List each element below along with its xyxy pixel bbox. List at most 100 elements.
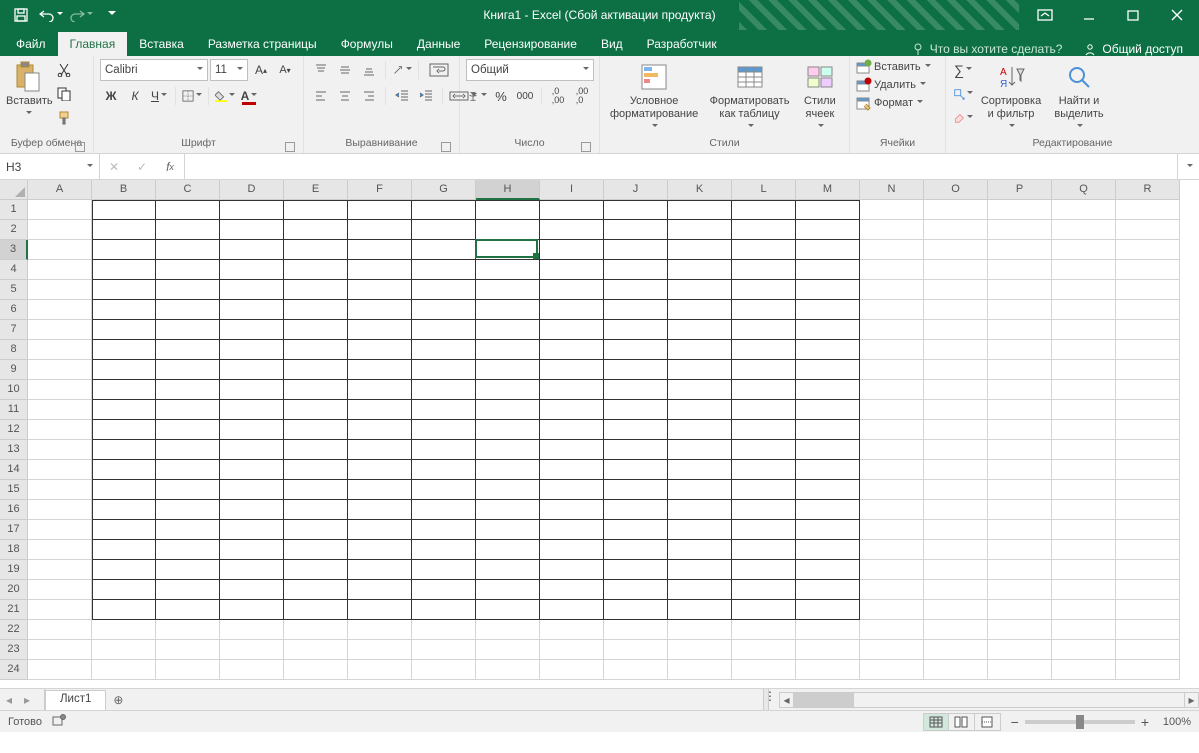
- cell[interactable]: [924, 380, 988, 400]
- cell[interactable]: [668, 580, 732, 600]
- cell[interactable]: [284, 360, 348, 380]
- cell[interactable]: [1116, 240, 1180, 260]
- cell[interactable]: [924, 440, 988, 460]
- cancel-icon[interactable]: ✕: [100, 155, 128, 179]
- zoom-in-icon[interactable]: +: [1141, 714, 1149, 730]
- cell[interactable]: [92, 660, 156, 680]
- cell[interactable]: [604, 600, 668, 620]
- cell[interactable]: [412, 580, 476, 600]
- cell[interactable]: [284, 440, 348, 460]
- cell[interactable]: [796, 280, 860, 300]
- cell[interactable]: [412, 600, 476, 620]
- cell[interactable]: [668, 460, 732, 480]
- cell[interactable]: [284, 500, 348, 520]
- cell[interactable]: [348, 320, 412, 340]
- column-header[interactable]: G: [412, 180, 476, 200]
- decrease-indent-icon[interactable]: [391, 85, 413, 107]
- cell[interactable]: [1116, 500, 1180, 520]
- share-button[interactable]: Общий доступ: [1072, 42, 1195, 56]
- cell[interactable]: [412, 660, 476, 680]
- cell[interactable]: [732, 660, 796, 680]
- cell[interactable]: [28, 540, 92, 560]
- cell-styles-button[interactable]: Стили ячеек: [797, 59, 843, 135]
- tab-главная[interactable]: Главная: [58, 32, 128, 56]
- cell[interactable]: [92, 300, 156, 320]
- cell[interactable]: [540, 560, 604, 580]
- cell[interactable]: [924, 360, 988, 380]
- column-header[interactable]: I: [540, 180, 604, 200]
- cell[interactable]: [348, 380, 412, 400]
- cell[interactable]: [1052, 540, 1116, 560]
- cell[interactable]: [348, 240, 412, 260]
- cell[interactable]: [732, 320, 796, 340]
- cell[interactable]: [412, 460, 476, 480]
- redo-icon[interactable]: [68, 2, 94, 28]
- cell[interactable]: [732, 580, 796, 600]
- cell[interactable]: [604, 440, 668, 460]
- cell[interactable]: [732, 400, 796, 420]
- cell[interactable]: [988, 280, 1052, 300]
- cell[interactable]: [796, 420, 860, 440]
- cell[interactable]: [28, 340, 92, 360]
- cell[interactable]: [348, 440, 412, 460]
- cell[interactable]: [1052, 240, 1116, 260]
- cell[interactable]: [284, 240, 348, 260]
- customize-qat-icon[interactable]: [98, 2, 124, 28]
- tab-формулы[interactable]: Формулы: [329, 32, 405, 56]
- decrease-font-icon[interactable]: A▾: [274, 59, 296, 81]
- cell[interactable]: [284, 520, 348, 540]
- cell[interactable]: [156, 240, 220, 260]
- select-all-corner[interactable]: [0, 180, 28, 200]
- cell[interactable]: [284, 660, 348, 680]
- cell[interactable]: [220, 420, 284, 440]
- cell[interactable]: [796, 600, 860, 620]
- cell[interactable]: [668, 640, 732, 660]
- cell[interactable]: [412, 300, 476, 320]
- column-header[interactable]: D: [220, 180, 284, 200]
- cell[interactable]: [412, 200, 476, 220]
- copy-icon[interactable]: [53, 83, 75, 105]
- cell[interactable]: [796, 480, 860, 500]
- cell[interactable]: [1116, 280, 1180, 300]
- number-dialog-icon[interactable]: [581, 142, 591, 152]
- row-header[interactable]: 24: [0, 660, 28, 680]
- cell[interactable]: [540, 300, 604, 320]
- zoom-out-icon[interactable]: −: [1011, 714, 1019, 730]
- cell[interactable]: [28, 260, 92, 280]
- cell[interactable]: [28, 380, 92, 400]
- cell[interactable]: [156, 300, 220, 320]
- cell[interactable]: [796, 580, 860, 600]
- column-header[interactable]: F: [348, 180, 412, 200]
- cell[interactable]: [1116, 200, 1180, 220]
- cell[interactable]: [156, 200, 220, 220]
- cell[interactable]: [988, 460, 1052, 480]
- cell[interactable]: [668, 240, 732, 260]
- row-header[interactable]: 1: [0, 200, 28, 220]
- fx-icon[interactable]: fx: [156, 155, 184, 179]
- cell[interactable]: [732, 520, 796, 540]
- cell[interactable]: [540, 260, 604, 280]
- cell[interactable]: [668, 380, 732, 400]
- tab-данные[interactable]: Данные: [405, 32, 472, 56]
- cell[interactable]: [284, 340, 348, 360]
- cell[interactable]: [348, 660, 412, 680]
- tab-вставка[interactable]: Вставка: [127, 32, 196, 56]
- align-middle-icon[interactable]: [334, 59, 356, 81]
- cell[interactable]: [348, 300, 412, 320]
- cell[interactable]: [796, 560, 860, 580]
- cell[interactable]: [988, 360, 1052, 380]
- cell[interactable]: [540, 240, 604, 260]
- cell[interactable]: [476, 360, 540, 380]
- cell[interactable]: [860, 480, 924, 500]
- row-header[interactable]: 14: [0, 460, 28, 480]
- clipboard-dialog-icon[interactable]: [75, 142, 85, 152]
- row-header[interactable]: 12: [0, 420, 28, 440]
- cell[interactable]: [540, 360, 604, 380]
- cell[interactable]: [412, 560, 476, 580]
- cell[interactable]: [540, 440, 604, 460]
- cell[interactable]: [732, 460, 796, 480]
- cell[interactable]: [348, 260, 412, 280]
- cell[interactable]: [92, 360, 156, 380]
- cell[interactable]: [924, 520, 988, 540]
- cell[interactable]: [860, 540, 924, 560]
